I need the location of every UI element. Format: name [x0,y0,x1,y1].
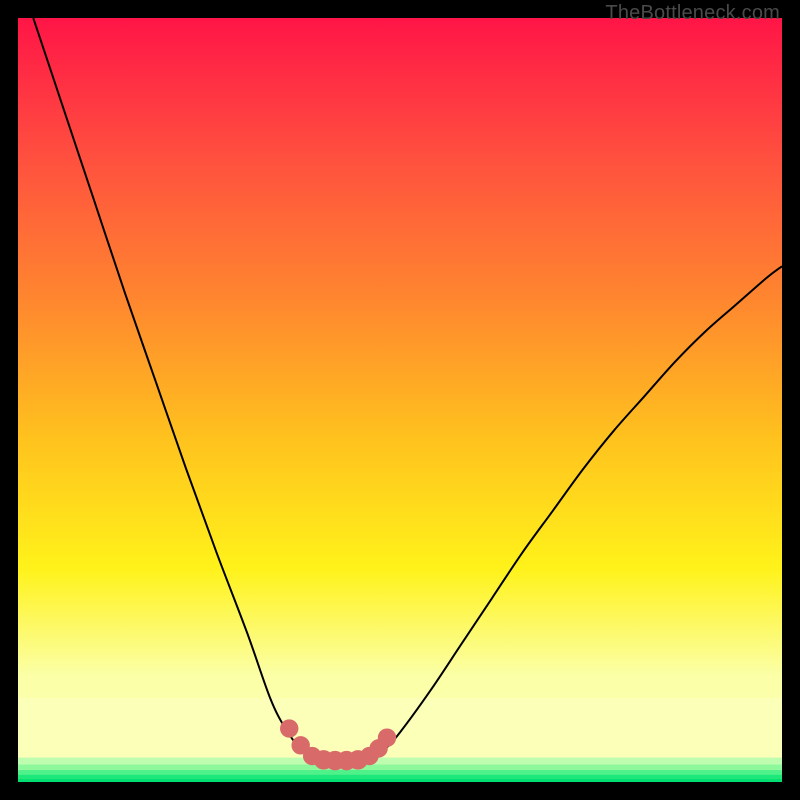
green-thin-5 [18,758,782,765]
bottom-color-bands [18,698,782,782]
green-thin-1 [18,778,782,782]
bottleneck-chart [18,18,782,782]
green-thin-2 [18,774,782,778]
marker-dot [378,728,396,746]
gradient-background [18,18,782,782]
pale-yellow [18,698,782,758]
green-thin-4 [18,764,782,769]
green-thin-3 [18,770,782,775]
watermark-text: TheBottleneck.com [605,2,780,25]
marker-dot [280,719,298,737]
